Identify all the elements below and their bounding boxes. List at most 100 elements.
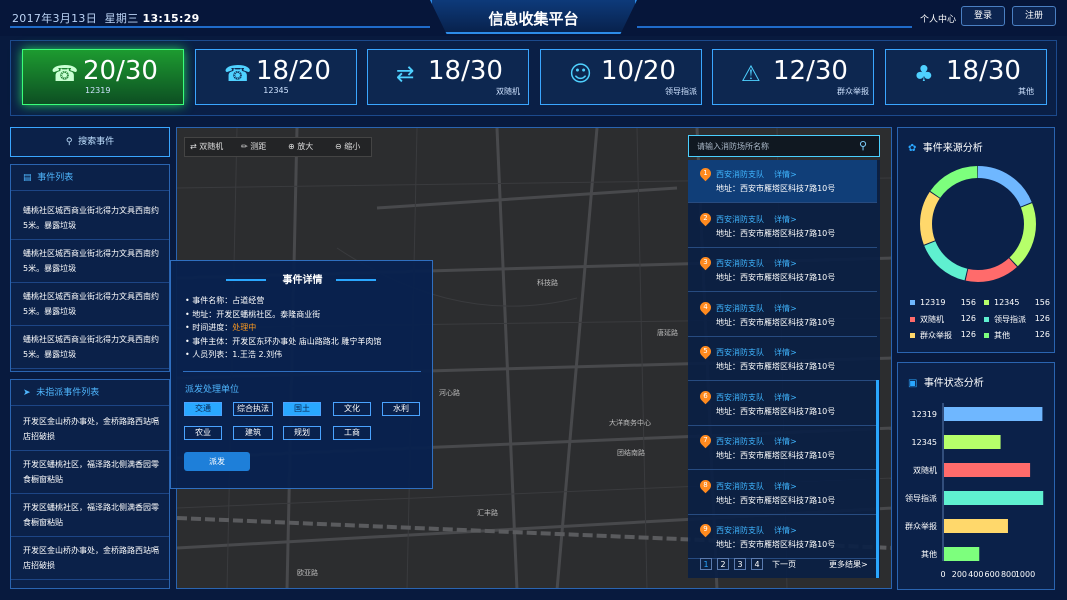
result-title-row: 西安消防支队 详情> — [716, 168, 871, 182]
legend-value: 126 — [960, 314, 976, 323]
result-name[interactable]: 西安消防支队 — [716, 304, 764, 313]
result-item[interactable]: 7 西安消防支队 详情> 地址：西安市雁塔区科技7路10号 — [688, 427, 877, 470]
result-title-row: 西安消防支队 详情> — [716, 524, 871, 538]
result-item[interactable]: 6 西安消防支队 详情> 地址：西安市雁塔区科技7路10号 — [688, 383, 877, 426]
result-title-row: 西安消防支队 详情> — [716, 302, 871, 316]
stat-card[interactable]: ☺ 10/20 领导指派 — [540, 49, 702, 105]
result-address: 地址：西安市雁塔区科技7路10号 — [716, 228, 836, 238]
search-icon[interactable]: ⚲ — [859, 139, 867, 152]
category-label: 12319 — [912, 410, 937, 419]
result-detail-link[interactable]: 详情> — [774, 215, 797, 224]
divider — [183, 371, 421, 372]
result-item[interactable]: 5 西安消防支队 详情> 地址：西安市雁塔区科技7路10号 — [688, 338, 877, 381]
map-search-input[interactable] — [689, 136, 847, 156]
unit-tag[interactable]: 交通 — [184, 402, 222, 416]
unit-tag[interactable]: 建筑 — [233, 426, 273, 440]
list-item[interactable]: 蟠桃社区城西商业街北得力文具西南约5米。暴露垃圾 — [11, 283, 169, 326]
list-item[interactable]: 蟠桃社区城西商业街北得力文具西南约5米。暴露垃圾 — [11, 191, 169, 240]
category-label: 其他 — [921, 549, 937, 559]
list-item[interactable]: 开发区蟠桃社区，福泽路北侧满香园零食橱窗粘贴 — [11, 451, 169, 494]
stat-card[interactable]: ♣ 18/30 其他 — [885, 49, 1047, 105]
map-road-label: 河心路 — [439, 389, 460, 397]
dispatch-button[interactable]: 派发 — [184, 452, 250, 471]
result-address: 地址：西安市雁塔区科技7路10号 — [716, 273, 836, 282]
result-name[interactable]: 西安消防支队 — [716, 215, 764, 224]
result-item[interactable]: 8 西安消防支队 详情> 地址：西安市雁塔区科技7路10号 — [688, 472, 877, 515]
search-event-button[interactable]: ⚲ 搜索事件 — [10, 127, 170, 157]
legend-value: 126 — [960, 330, 976, 339]
result-item[interactable]: 4 西安消防支队 详情> 地址：西安市雁塔区科技7路10号 — [688, 294, 877, 337]
legend-name: 双随机 — [920, 315, 944, 324]
next-page-button[interactable]: 下一页 — [772, 559, 796, 570]
list-item[interactable]: 开发区金山桥办事处，金桥路路西站嗝店招破损 — [11, 406, 169, 451]
source-title: ✿ 事件来源分析 — [908, 143, 983, 154]
pin-number: 2 — [703, 213, 708, 222]
page-button[interactable]: 3 — [734, 558, 746, 570]
pin-number: 1 — [703, 169, 708, 177]
result-title-row: 西安消防支队 详情> — [716, 257, 871, 271]
phone-icon: ☎ — [51, 62, 79, 87]
detail-key: 事件主体： — [192, 336, 233, 346]
personal-center-link[interactable]: 个人中心 — [920, 12, 956, 25]
login-button[interactable]: 登录 — [961, 6, 1005, 26]
map-tool-zoom-in[interactable]: ⊕ 放大 — [288, 137, 313, 157]
unit-tag[interactable]: 国土 — [283, 402, 321, 416]
list-item[interactable]: 蟠桃社区城西商业街北得力文具西南约5米。暴露垃圾 — [11, 326, 169, 369]
unit-tag[interactable]: 综合执法 — [233, 402, 273, 416]
result-name[interactable]: 西安消防支队 — [716, 170, 764, 179]
pin-number: 3 — [703, 258, 708, 266]
result-name[interactable]: 西安消防支队 — [716, 348, 764, 357]
page-button[interactable]: 1 — [700, 558, 712, 570]
result-item[interactable]: 1 西安消防支队 详情> 地址：西安市雁塔区科技7路10号 — [688, 160, 877, 203]
map-tool-zoom-out[interactable]: ⊖ 缩小 — [335, 137, 360, 157]
header-line-right — [637, 26, 912, 28]
map-tool-shuffle[interactable]: ⇄ 双随机 — [190, 137, 223, 157]
list-item[interactable]: 蟠桃社区城西商业街北得力文具西南约5米。暴露垃圾 — [11, 240, 169, 283]
unit-tag[interactable]: 工商 — [333, 426, 371, 440]
result-detail-link[interactable]: 详情> — [774, 437, 797, 446]
legend-name: 群众举报 — [920, 331, 952, 340]
list-item[interactable]: 开发区蟠桃社区，福泽路北侧满香园零食橱窗粘贴 — [11, 494, 169, 537]
stat-card[interactable]: ⇄ 18/30 双随机 — [367, 49, 529, 105]
search-icon: ⚲ — [65, 137, 73, 147]
more-results-link[interactable]: 更多结果> — [829, 559, 868, 570]
result-name[interactable]: 西安消防支队 — [716, 437, 764, 446]
results-scrollbar[interactable] — [876, 380, 879, 578]
detail-key: 时间进度： — [192, 323, 233, 332]
stat-card[interactable]: ☎ 18/20 12345 — [195, 49, 357, 105]
unit-tag[interactable]: 农业 — [184, 426, 222, 440]
result-name[interactable]: 西安消防支队 — [716, 259, 764, 268]
result-detail-link[interactable]: 详情> — [774, 348, 797, 357]
result-item[interactable]: 2 西安消防支队 详情> 地址：西安市雁塔区科技7路10号 — [688, 205, 877, 248]
unit-tag[interactable]: 水利 — [382, 402, 420, 416]
result-detail-link[interactable]: 详情> — [774, 304, 797, 313]
stat-card[interactable]: ⚠ 12/30 群众举报 — [712, 49, 874, 105]
list-item[interactable]: 开发区金山桥办事处，金桥路路西站嗝店招破损 — [11, 537, 169, 580]
x-tick-label: 400 — [968, 570, 983, 579]
result-name[interactable]: 西安消防支队 — [716, 526, 764, 535]
unit-tag[interactable]: 文化 — [333, 402, 371, 416]
legend-swatch — [984, 317, 989, 322]
result-detail-link[interactable]: 详情> — [774, 259, 797, 268]
result-item[interactable]: 9 西安消防支队 详情> 地址：西安市雁塔区科技7路10号 — [688, 516, 877, 559]
result-item[interactable]: 3 西安消防支队 详情> 地址：西安市雁塔区科技7路10号 — [688, 249, 877, 292]
result-detail-link[interactable]: 详情> — [774, 393, 797, 402]
result-name[interactable]: 西安消防支队 — [716, 393, 764, 402]
unit-tag[interactable]: 规划 — [283, 426, 321, 440]
legend-swatch — [910, 333, 915, 338]
warning-icon: ⚠ — [741, 62, 761, 87]
stat-card[interactable]: ☎ 20/30 12319 — [22, 49, 184, 105]
dispatch-title: 派发处理单位 — [185, 385, 240, 395]
page-button[interactable]: 2 — [717, 558, 729, 570]
result-detail-link[interactable]: 详情> — [774, 170, 797, 179]
map-tool-measure[interactable]: ✏ 测距 — [241, 137, 266, 157]
status-title: ▣ 事件状态分析 — [908, 378, 984, 389]
result-name[interactable]: 西安消防支队 — [716, 482, 764, 491]
map-pin-icon: 5 — [697, 343, 714, 360]
register-button[interactable]: 注册 — [1012, 6, 1056, 26]
map-pin-icon: 8 — [697, 477, 714, 493]
result-detail-link[interactable]: 详情> — [774, 482, 797, 491]
result-detail-link[interactable]: 详情> — [774, 526, 797, 535]
legend-value: 156 — [960, 298, 976, 307]
page-button[interactable]: 4 — [751, 558, 763, 570]
